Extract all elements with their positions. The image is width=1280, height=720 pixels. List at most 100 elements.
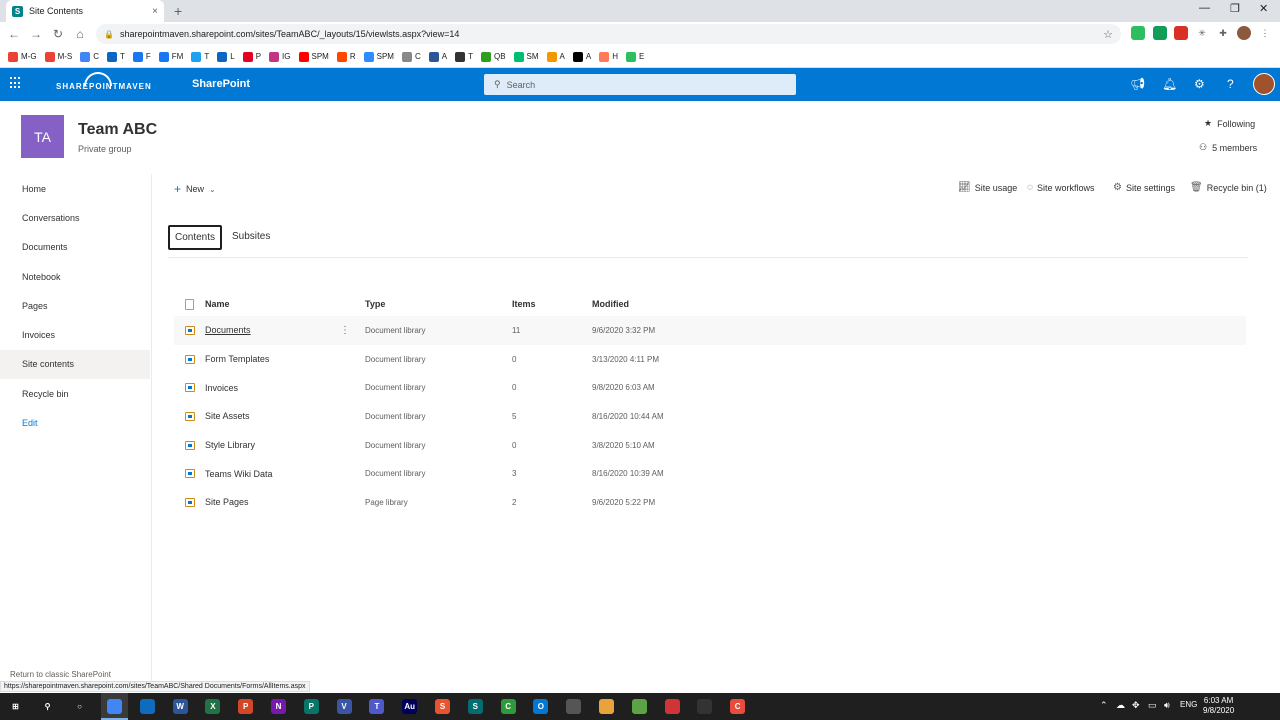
taskbar-app-icon[interactable] [139,699,155,714]
tab-contents[interactable]: Contents [168,225,222,250]
bookmark-item[interactable]: R [336,51,356,62]
column-type[interactable]: Type [365,299,512,309]
row-name[interactable]: Invoices [205,383,340,393]
help-icon[interactable]: ? [1227,77,1234,91]
minimize-icon[interactable]: — [1199,2,1210,14]
app-launcher-icon[interactable] [10,77,22,89]
more-actions-icon[interactable]: ⋮ [340,325,365,336]
bookmark-item[interactable]: IG [269,51,291,62]
bookmark-item[interactable]: SM [513,51,539,62]
list-row[interactable]: Documents ⋮ Document library 11 9/6/2020 3:3… [174,316,1246,345]
language-indicator[interactable]: ENG [1180,700,1197,709]
dropbox-icon[interactable]: ✥ [1132,700,1140,711]
bookmark-item[interactable]: T [191,51,209,62]
restore-icon[interactable]: ❐ [1230,2,1240,15]
nav-item-conversations[interactable]: Conversations [0,203,150,232]
nav-item-pages[interactable]: Pages [0,291,150,320]
onedrive-icon[interactable]: ☁ [1116,700,1125,711]
tab-subsites[interactable]: Subsites [232,231,270,242]
nav-item-home[interactable]: Home [0,174,150,203]
taskbar-app-icon[interactable]: S [467,699,483,714]
extension-snowflake-icon[interactable]: ✳ [1195,26,1209,40]
bookmark-item[interactable]: T [107,51,125,62]
bookmark-item[interactable]: A [572,51,591,62]
site-usage-button[interactable]: 📈︎ Site usage [958,182,1017,193]
bookmark-item[interactable]: P [242,51,261,62]
bookmark-item[interactable]: E [626,51,644,62]
browser-tab[interactable]: S Site Contents × [6,0,164,22]
volume-icon[interactable]: 🔊︎ [1164,700,1170,711]
bookmark-item[interactable]: T [455,51,473,62]
recycle-bin-button[interactable]: 🗑︎ Recycle bin (1) [1190,182,1267,193]
taskbar-app-icon[interactable]: V [336,699,352,714]
address-bar[interactable]: 🔒 sharepointmaven.sharepoint.com/sites/T… [96,24,1121,44]
taskbar-app-icon[interactable]: S [435,699,450,714]
nav-item-notebook[interactable]: Notebook [0,262,150,291]
taskbar-app-icon[interactable]: X [205,699,221,714]
members-button[interactable]: ⚇ 5 members [1199,142,1257,153]
nav-item-site-contents[interactable]: Site contents [0,349,150,380]
bookmark-item[interactable]: A [546,51,565,62]
extensions-puzzle-icon[interactable]: ✚ [1216,26,1230,40]
new-tab-button[interactable]: + [174,3,182,19]
nav-item-invoices[interactable]: Invoices [0,320,150,349]
bookmark-item[interactable]: SPM [363,51,394,62]
profile-avatar-icon[interactable] [1237,26,1251,40]
taskbar-app-icon[interactable]: T [369,699,385,714]
column-name[interactable]: Name [205,299,340,309]
taskbar-app-icon[interactable]: P [238,699,254,714]
column-modified[interactable]: Modified [592,299,742,309]
browser-menu-icon[interactable]: ⋮ [1258,26,1272,40]
tab-close-icon[interactable]: × [152,6,158,17]
clock[interactable]: 6:03 AM 9/8/2020 [1203,696,1234,716]
column-items[interactable]: Items [512,299,592,309]
gear-icon[interactable]: ⚙ [1194,77,1205,91]
cortana-icon[interactable]: ○ [72,699,87,714]
extension-red-icon[interactable] [1174,26,1188,40]
taskbar-app-icon[interactable]: P [303,699,319,714]
site-workflows-button[interactable]: ◌ Site workflows [1027,182,1094,193]
extension-grammarly-icon[interactable] [1153,26,1167,40]
taskbar-app-icon[interactable]: N [271,699,286,714]
back-icon[interactable]: ← [3,27,25,41]
nav-item-recycle-bin[interactable]: Recycle bin [0,379,150,408]
row-name[interactable]: Site Pages [205,497,340,507]
taskbar-app-icon[interactable] [664,699,680,714]
user-avatar[interactable] [1253,73,1275,95]
row-name[interactable]: Teams Wiki Data [205,469,340,479]
list-row[interactable]: Site Assets Document library 5 8/16/2020 10… [174,402,1246,431]
bookmark-item[interactable]: M-S [44,51,72,62]
tray-chevron-icon[interactable]: ⌃ [1100,700,1108,711]
list-row[interactable]: Teams Wiki Data Document library 3 8/16/202… [174,459,1246,488]
site-logo[interactable]: TA [21,115,64,158]
new-button[interactable]: + New ⌄ [174,182,216,196]
follow-button[interactable]: ★ Following [1204,118,1255,129]
taskbar-app-icon[interactable] [566,699,582,714]
bookmark-item[interactable]: F [132,51,151,62]
extension-evernote-icon[interactable] [1131,26,1145,40]
list-row[interactable]: Style Library Document library 0 3/8/2020 5… [174,431,1246,460]
bookmark-item[interactable]: L [217,51,235,62]
megaphone-icon[interactable]: 📢︎ [1130,77,1145,91]
classic-sharepoint-link[interactable]: Return to classic SharePoint [10,670,111,679]
list-row[interactable]: Site Pages Page library 2 9/6/2020 5:22 PM [174,488,1246,517]
taskbar-app-icon[interactable] [697,699,713,714]
bookmark-item[interactable]: FM [158,51,183,62]
bookmark-item[interactable]: H [599,51,618,62]
row-name[interactable]: Form Templates [205,354,340,364]
nav-item-documents[interactable]: Documents [0,233,150,262]
taskbar-app-icon[interactable] [599,699,614,714]
network-icon[interactable]: ▭ [1148,700,1157,711]
taskbar-app-icon[interactable]: O [533,699,549,714]
sharepoint-home-link[interactable]: SharePoint [192,78,250,90]
bookmark-item[interactable]: M-G [8,51,37,62]
org-logo[interactable]: SHAREPOINTMAVEN [56,82,152,91]
row-name[interactable]: Style Library [205,440,340,450]
bookmark-item[interactable]: QB [480,51,506,62]
bookmark-item[interactable]: A [428,51,447,62]
reload-icon[interactable]: ↻ [47,27,69,41]
site-settings-button[interactable]: ⚙ Site settings [1113,182,1175,193]
window-close-icon[interactable]: ✕ [1259,2,1268,15]
forward-icon[interactable]: → [25,27,47,41]
list-row[interactable]: Invoices Document library 0 9/8/2020 6:03 A… [174,373,1246,402]
